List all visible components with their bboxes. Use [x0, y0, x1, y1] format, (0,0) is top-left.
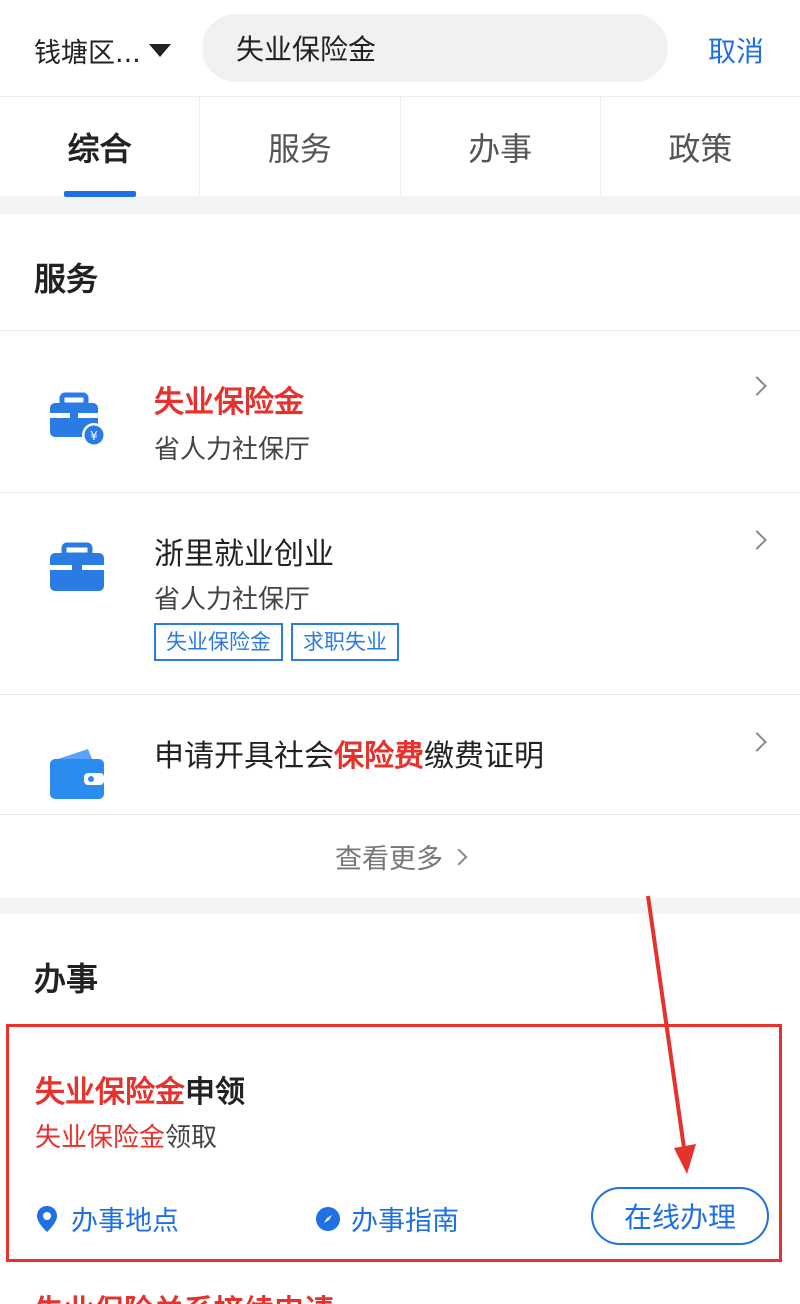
- online-apply-button[interactable]: 在线办理: [591, 1187, 769, 1245]
- next-affair-peek: 失业保险关系接续申请: [34, 1286, 334, 1304]
- toolbox-icon: [50, 542, 104, 591]
- affairs-title: 办事: [34, 960, 99, 998]
- services-header: 服务: [0, 214, 800, 330]
- chevron-right-icon: [747, 376, 767, 396]
- service-provider: 省人力社保厅: [154, 435, 311, 465]
- top-bar: 钱塘区... 失业保险金 取消: [0, 0, 800, 96]
- service-item-employment[interactable]: 浙里就业创业 省人力社保厅 失业保险金 求职失业: [0, 492, 800, 694]
- compass-icon: [316, 1206, 340, 1231]
- service-tags: 失业保险金 求职失业: [154, 623, 407, 661]
- see-more-label: 查看更多: [335, 844, 443, 875]
- caret-down-icon: [148, 43, 171, 57]
- service-title: 失业保险金: [154, 385, 304, 420]
- tab-affairs[interactable]: 办事: [401, 97, 601, 197]
- tab-services[interactable]: 服务: [200, 97, 401, 197]
- wallet-icon: [50, 749, 104, 799]
- location-pin-icon: [37, 1205, 57, 1232]
- tab-overview[interactable]: 综合: [0, 97, 201, 197]
- affair-title: 失业保险金申领: [35, 1075, 245, 1110]
- service-provider: 省人力社保厅: [154, 585, 311, 615]
- tab-bar: 综合 服务 办事 政策: [0, 96, 800, 197]
- guide-link[interactable]: 办事指南: [315, 1199, 459, 1238]
- service-item-unemployment-insurance[interactable]: ¥ 失业保险金 省人力社保厅: [0, 330, 800, 492]
- search-value: 失业保险金: [236, 33, 377, 66]
- service-title: 申请开具社会保险费缴费证明: [154, 739, 544, 774]
- services-title: 服务: [34, 260, 99, 298]
- location-link[interactable]: 办事地点: [35, 1199, 179, 1238]
- region-selector[interactable]: 钱塘区...: [34, 30, 171, 70]
- affair-subtitle: 失业保险金领取: [35, 1123, 218, 1153]
- tag[interactable]: 失业保险金: [154, 623, 283, 661]
- see-more-button[interactable]: 查看更多: [0, 814, 800, 898]
- annotation-arrow: [646, 895, 696, 1174]
- tab-policy[interactable]: 政策: [601, 97, 800, 197]
- chevron-right-icon: [747, 732, 767, 752]
- region-label: 钱塘区...: [34, 37, 141, 69]
- svg-text:¥: ¥: [90, 429, 98, 443]
- search-input[interactable]: 失业保险金: [202, 14, 668, 82]
- cancel-button[interactable]: 取消: [708, 30, 764, 70]
- service-title: 浙里就业创业: [154, 537, 334, 572]
- chevron-right-icon: [747, 530, 767, 550]
- service-item-insurance-certificate[interactable]: 申请开具社会保险费缴费证明: [0, 694, 800, 814]
- tag[interactable]: 求职失业: [291, 623, 399, 661]
- toolbox-yuan-icon: ¥: [50, 392, 106, 447]
- chevron-right-icon: [450, 848, 468, 865]
